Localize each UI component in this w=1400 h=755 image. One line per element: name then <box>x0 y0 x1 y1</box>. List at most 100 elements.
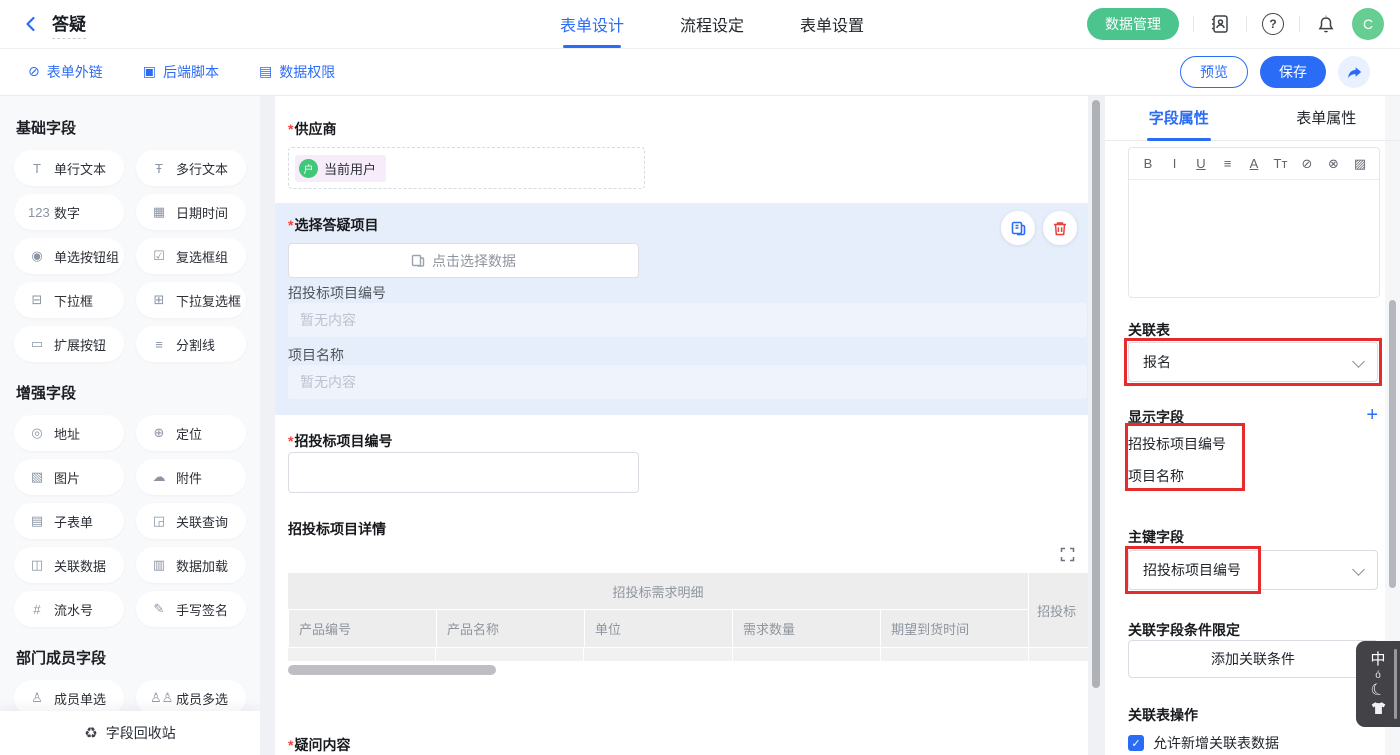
data-manage-button[interactable]: 数据管理 <box>1087 8 1179 40</box>
panel-tab[interactable]: 字段属性 <box>1105 95 1253 140</box>
field-pill-icon: ♙♙ <box>150 690 168 706</box>
field-library-sidebar: 基础字段 T 单行文本 Ŧ 多行文本 123 数字 <box>0 95 260 755</box>
primary-key-select[interactable]: 招投标项目编号 <box>1128 550 1378 590</box>
field-pill[interactable]: ▤ 子表单 <box>14 503 124 539</box>
project-code-input[interactable] <box>288 452 639 493</box>
editor-tool[interactable]: ≡ <box>1221 156 1235 171</box>
language-toggle-icon[interactable]: 中 <box>1370 652 1385 669</box>
toolbar-links: ⊘ 表单外链 ▣ 后端脚本 ▤ 数据权限 <box>28 48 335 95</box>
field-pill[interactable]: ◫ 关联数据 <box>14 547 124 583</box>
share-button[interactable] <box>1338 56 1370 88</box>
primary-key-label: 主键字段 <box>1128 527 1184 547</box>
theme-shirt-icon[interactable] <box>1370 701 1387 716</box>
field-pill-label: 成员单选 <box>54 689 106 708</box>
notification-bell-icon[interactable] <box>1314 12 1338 36</box>
enhanced-fields: ◎ 地址 ⊕ 定位 ▧ 图片 ☁ 附件 <box>14 415 246 627</box>
header-tab[interactable]: 流程设定 <box>680 0 744 48</box>
divider <box>1246 16 1247 32</box>
dark-mode-moon-icon[interactable]: ☾ <box>1368 680 1387 701</box>
field-pill-label: 关联数据 <box>54 556 106 575</box>
supplier-member-field[interactable]: 户 当前用户 <box>288 147 645 189</box>
field-pill[interactable]: ☑ 复选框组 <box>136 238 246 274</box>
field-pill[interactable]: ▭ 扩展按钮 <box>14 326 124 362</box>
display-fields-label: 显示字段 <box>1128 407 1184 427</box>
back-button[interactable] <box>22 15 40 33</box>
editor-tool[interactable]: I <box>1168 156 1182 171</box>
field-pill[interactable]: ▥ 数据加载 <box>136 547 246 583</box>
field-pill[interactable]: ☁ 附件 <box>136 459 246 495</box>
field-pill[interactable]: 123 数字 <box>14 194 124 230</box>
field-pill[interactable]: T 单行文本 <box>14 150 124 186</box>
detail-table[interactable]: 招投标需求明细 产品编号产品名称单位需求数量期望到货时间 招投标 <box>288 573 1088 661</box>
field-pill[interactable]: ▧ 图片 <box>14 459 124 495</box>
table-trailing-column: 招投标 <box>1029 573 1088 647</box>
current-user-tag[interactable]: 户 当前用户 <box>295 155 386 182</box>
editor-tool[interactable]: ▨ <box>1353 156 1367 172</box>
field-pill[interactable]: ◎ 地址 <box>14 415 124 451</box>
field-pill[interactable]: ≡ 分割线 <box>136 326 246 362</box>
pinyin-toggle-icon[interactable]: ó <box>1375 670 1381 681</box>
allow-add-label: 允许新增关联表数据 <box>1153 733 1279 753</box>
add-condition-button[interactable]: 添加关联条件 <box>1128 640 1378 678</box>
editor-tool[interactable]: ⊘ <box>1300 156 1314 172</box>
field-pill[interactable]: ⊞ 下拉复选框 <box>136 282 246 318</box>
field-pill-label: 日期时间 <box>176 203 228 222</box>
related-table-value: 报名 <box>1143 352 1171 372</box>
add-display-field-icon[interactable]: + <box>1366 405 1378 425</box>
selected-field-section[interactable]: *选择答疑项目 <box>275 203 1088 415</box>
header-tab[interactable]: 表单设计 <box>560 0 624 48</box>
user-avatar[interactable]: C <box>1352 8 1384 40</box>
editor-tool[interactable]: U <box>1194 156 1208 171</box>
section-title-basic: 基础字段 <box>16 117 246 138</box>
field-pill-label: 图片 <box>54 468 80 487</box>
panel-vertical-scrollbar[interactable] <box>1389 300 1396 588</box>
field-pill-icon: ▧ <box>28 469 46 485</box>
toolbar-link[interactable]: ▤ 数据权限 <box>259 62 335 82</box>
panel-tab[interactable]: 表单属性 <box>1253 95 1400 140</box>
help-icon[interactable]: ? <box>1261 12 1285 36</box>
field-pill[interactable]: ◲ 关联查询 <box>136 503 246 539</box>
table-column-header: 产品名称 <box>436 610 584 647</box>
field-pill[interactable]: ⊕ 定位 <box>136 415 246 451</box>
pick-data-button[interactable]: 点击选择数据 <box>288 243 639 278</box>
preview-button[interactable]: 预览 <box>1180 56 1248 88</box>
form-toolbar: ⊘ 表单外链 ▣ 后端脚本 ▤ 数据权限 预览 保存 <box>0 48 1400 96</box>
delete-field-button[interactable] <box>1043 211 1077 245</box>
table-column-header: 需求数量 <box>732 610 880 647</box>
field-pill[interactable]: ▦ 日期时间 <box>136 194 246 230</box>
translate-extension-widget: 中 ó ☾ <box>1356 641 1400 727</box>
header-tab[interactable]: 表单设置 <box>800 0 864 48</box>
fullscreen-icon[interactable] <box>1060 547 1075 562</box>
field-pill[interactable]: ◉ 单选按钮组 <box>14 238 124 274</box>
editor-tool[interactable]: Tᴛ <box>1274 156 1288 171</box>
toolbar-link[interactable]: ▣ 后端脚本 <box>143 62 219 82</box>
related-table-select[interactable]: 报名 <box>1128 342 1378 382</box>
field-pill-label: 扩展按钮 <box>54 335 106 354</box>
field-pill[interactable]: ✎ 手写签名 <box>136 591 246 627</box>
editor-tool[interactable]: B <box>1141 156 1155 171</box>
pick-data-icon <box>411 254 425 268</box>
contact-book-icon[interactable] <box>1208 12 1232 36</box>
field-pill[interactable]: # 流水号 <box>14 591 124 627</box>
field-recycle-bin[interactable]: ♻ 字段回收站 <box>0 711 260 755</box>
allow-add-checkbox[interactable]: ✓ <box>1128 735 1144 751</box>
canvas-vertical-scrollbar[interactable] <box>1092 100 1100 688</box>
table-column-header: 单位 <box>584 610 732 647</box>
toolbar-link-label: 数据权限 <box>279 62 335 82</box>
table-horizontal-scrollbar[interactable] <box>288 665 496 675</box>
toolbar-link[interactable]: ⊘ 表单外链 <box>28 62 103 82</box>
save-button[interactable]: 保存 <box>1260 56 1326 88</box>
editor-tool[interactable]: A <box>1247 156 1261 171</box>
field-pill-label: 手写签名 <box>176 600 228 619</box>
field-pill[interactable]: ⊟ 下拉框 <box>14 282 124 318</box>
display-field-item[interactable]: 项目名称 <box>1128 460 1226 492</box>
editor-body[interactable] <box>1129 180 1379 297</box>
editor-tool[interactable]: ⊗ <box>1327 156 1341 172</box>
copy-field-button[interactable] <box>1001 211 1035 245</box>
field-pill-icon: ▭ <box>28 336 46 352</box>
project-detail-label: 招投标项目详情 <box>288 519 386 539</box>
form-designer-app: 答疑 表单设计流程设定表单设置 数据管理 ? <box>0 0 1400 755</box>
field-pill[interactable]: Ŧ 多行文本 <box>136 150 246 186</box>
field-pill-icon: ▤ <box>28 513 46 529</box>
display-field-item[interactable]: 招投标项目编号 <box>1128 428 1226 460</box>
